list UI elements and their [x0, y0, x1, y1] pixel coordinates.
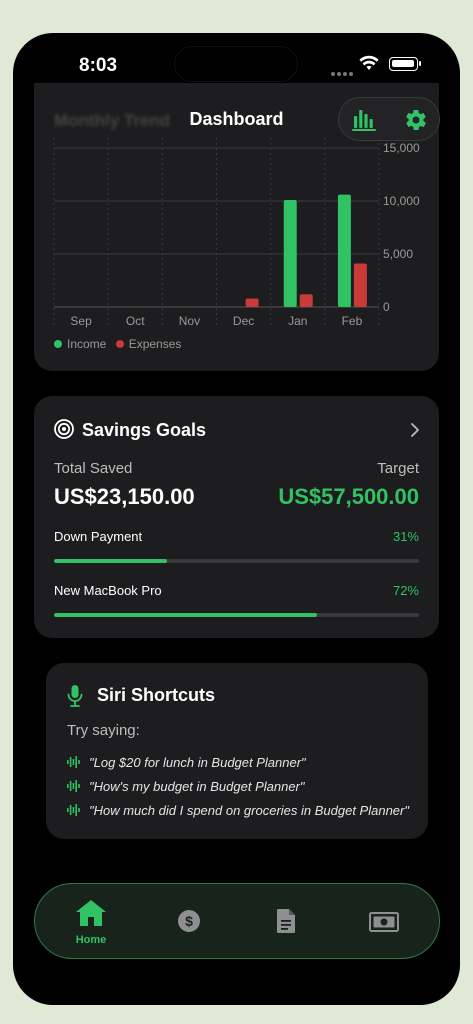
status-bar: 8:03: [13, 33, 460, 93]
savings-goals-card[interactable]: Savings Goals Total Saved Target US$23,1…: [34, 396, 439, 638]
total-saved-value: US$23,150.00: [54, 484, 195, 509]
microphone-icon: [67, 685, 83, 707]
bar-income: [283, 199, 297, 307]
dynamic-island: [175, 47, 297, 81]
siri-phrase: "How's my budget in Budget Planner": [89, 779, 305, 794]
siri-shortcuts-card: Siri Shortcuts Try saying: "Log $20 for …: [46, 663, 428, 839]
y-tick-label: 5,000: [383, 247, 413, 261]
x-tick-label: Jan: [288, 314, 307, 328]
bar-chart-icon: [352, 110, 376, 131]
legend-expenses-label: Expenses: [128, 337, 182, 351]
goal-progress-fill: [54, 613, 317, 617]
siri-phrase: "Log $20 for lunch in Budget Planner": [89, 755, 306, 770]
y-tick-label: 10,000: [383, 194, 420, 208]
target-value: US$57,500.00: [278, 484, 419, 509]
goal-progress-track: [54, 559, 419, 563]
chevron-right-icon[interactable]: [410, 422, 420, 438]
goal-name: Down Payment: [54, 529, 143, 544]
tab-home[interactable]: Home: [56, 884, 126, 960]
total-saved-label: Total Saved: [54, 460, 133, 477]
tab-transactions[interactable]: $: [154, 884, 224, 960]
x-tick-label: Nov: [179, 314, 200, 328]
x-tick-label: Sep: [70, 314, 92, 328]
x-tick-label: Dec: [233, 314, 254, 328]
goal-percent: 72%: [392, 583, 419, 598]
bar-expenses: [299, 294, 313, 307]
home-icon: [76, 900, 106, 926]
savings-title: Savings Goals: [82, 420, 207, 440]
x-tick-label: Feb: [342, 314, 363, 328]
x-tick-label: Oct: [126, 314, 145, 328]
bar-income: [337, 194, 351, 307]
header-toolbar: [338, 97, 440, 141]
y-tick-label: 0: [383, 300, 390, 314]
banknote-icon: [369, 912, 399, 932]
goal-progress-fill: [54, 559, 168, 563]
tab-reports[interactable]: [251, 884, 321, 960]
waveform-icon: [67, 780, 80, 792]
chart-legend: Income Expenses: [54, 337, 187, 351]
settings-button[interactable]: [403, 108, 429, 132]
legend-income: Income: [54, 337, 106, 351]
wifi-icon: [359, 55, 379, 70]
tab-bar: Home $: [34, 883, 440, 959]
status-time: 8:03: [79, 55, 118, 76]
dollar-icon: $: [178, 910, 200, 932]
waveform-icon: [67, 804, 80, 816]
tab-home-label: Home: [75, 934, 107, 946]
legend-expenses-dot: [115, 340, 124, 348]
goal-progress-track: [54, 613, 419, 617]
siri-title: Siri Shortcuts: [97, 685, 216, 705]
y-tick-label: 15,000: [383, 141, 420, 155]
tab-budget[interactable]: [349, 884, 419, 960]
legend-income-dot: [54, 340, 62, 348]
goal-percent: 31%: [392, 529, 419, 544]
gear-icon: [406, 109, 426, 130]
phone-frame: 0 5,000 10,000 15,000 Sep Oct Nov Dec Jan Feb Inc…: [13, 33, 460, 1005]
battery-icon: [389, 57, 421, 71]
svg-text:$: $: [185, 913, 193, 929]
goal-name: New MacBook Pro: [54, 583, 162, 598]
target-icon: [54, 419, 74, 439]
legend-expenses: Expenses: [115, 337, 182, 351]
bar-expenses: [353, 263, 367, 307]
siri-phrase: "How much did I spend on groceries in Bu…: [89, 803, 409, 818]
signal-icon: [331, 63, 355, 81]
waveform-icon: [67, 756, 80, 768]
siri-prompt: Try saying:: [67, 722, 140, 739]
bar-expenses: [245, 298, 259, 307]
target-label: Target: [377, 460, 419, 477]
legend-income-label: Income: [67, 337, 107, 351]
document-icon: [277, 909, 295, 933]
chart-button[interactable]: [351, 108, 377, 132]
